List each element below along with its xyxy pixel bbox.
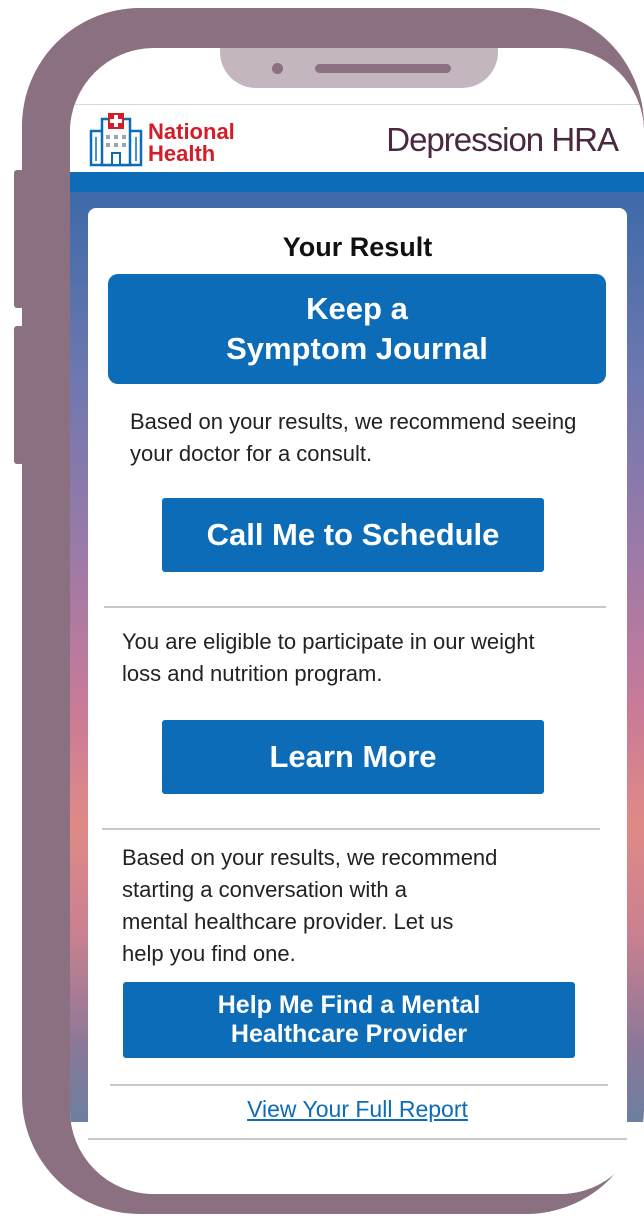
result-card: Your Result Keep a Symptom Journal Based… — [88, 208, 627, 1194]
find-mental-healthcare-provider-button[interactable]: Help Me Find a Mental Healthcare Provide… — [123, 982, 575, 1058]
app-header: National Health Depression HRA — [70, 104, 644, 172]
app-title-suffix: HRA — [543, 121, 619, 158]
hospital-icon — [89, 113, 143, 167]
provider-button-line-1: Help Me Find a Mental — [217, 991, 481, 1019]
recommendation-banner: Keep a Symptom Journal — [108, 274, 606, 384]
app-title-main: Depression — [386, 121, 544, 158]
learn-more-button[interactable]: Learn More — [162, 720, 544, 794]
divider-2 — [102, 828, 600, 830]
program-eligibility-text: You are eligible to participate in our w… — [122, 629, 535, 686]
divider-1 — [104, 606, 606, 608]
brand-logo-text: National Health — [148, 121, 235, 165]
camera-dot — [272, 63, 283, 74]
mental-health-text: Based on your results, we recommend star… — [122, 842, 602, 970]
mental-text-line-3: mental healthcare provider. Let us — [122, 909, 454, 934]
mental-text-line-1: Based on your results, we recommend — [122, 845, 498, 870]
app-title: Depression HRA — [386, 121, 619, 159]
recommendation-line-2: Symptom Journal — [226, 331, 488, 366]
call-me-to-schedule-button[interactable]: Call Me to Schedule — [162, 498, 544, 572]
view-full-report-link[interactable]: View Your Full Report — [88, 1096, 627, 1123]
divider-4 — [88, 1138, 627, 1140]
logo-line-1: National — [148, 119, 235, 144]
mental-text-line-2: starting a conversation with a — [122, 877, 407, 902]
speaker-bar — [315, 64, 451, 73]
phone-notch — [220, 48, 498, 88]
mental-text-line-4: help you find one. — [122, 941, 296, 966]
phone-screen: National Health Depression HRA Your Resu… — [70, 48, 644, 1194]
card-title: Your Result — [282, 232, 433, 262]
doctor-recommendation-text: Based on your results, we recommend seei… — [130, 409, 577, 466]
header-stripe — [70, 172, 644, 192]
phone-frame: National Health Depression HRA Your Resu… — [22, 8, 644, 1214]
logo-line-2: Health — [148, 141, 216, 166]
recommendation-line-1: Keep a — [306, 291, 408, 326]
divider-3 — [110, 1084, 608, 1086]
provider-button-line-2: Healthcare Provider — [230, 1020, 468, 1048]
